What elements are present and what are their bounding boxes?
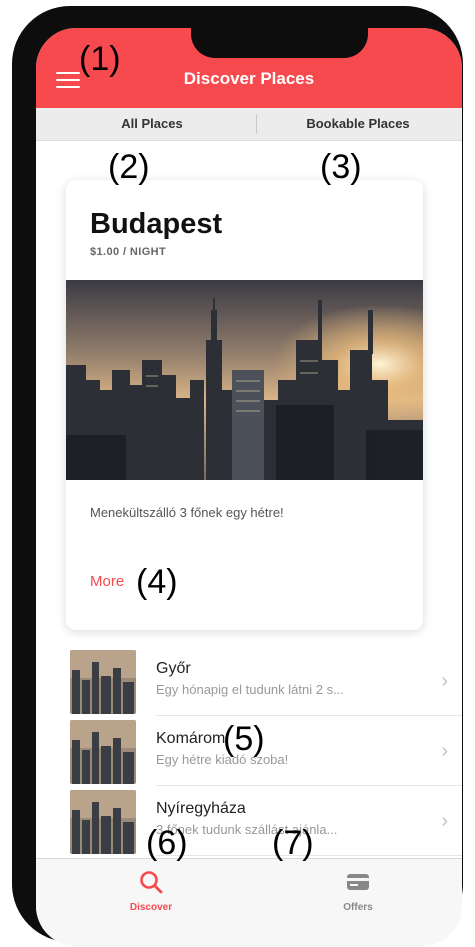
tab-offers[interactable]: Offers — [288, 869, 428, 913]
annotation-label: (2) — [108, 148, 150, 186]
segment-divider — [256, 114, 257, 134]
more-button[interactable]: More — [90, 573, 124, 590]
tab-bar: Discover Offers — [36, 858, 462, 946]
place-thumbnail — [70, 790, 136, 854]
list-item[interactable]: Győr Egy hónapig el tudunk látni 2 s... … — [36, 646, 462, 716]
featured-title: Budapest — [90, 208, 223, 240]
place-thumbnail — [70, 650, 136, 714]
phone-frame: Discover Places All Places Bookable Plac… — [12, 6, 463, 946]
featured-price: $1.00 / NIGHT — [90, 246, 167, 258]
place-title: Komárom — [156, 730, 226, 747]
featured-place-card[interactable]: Budapest $1.00 / NIGHT Menekültszálló 3 … — [66, 180, 423, 630]
featured-description: Menekültszálló 3 főnek egy hétre! — [90, 505, 284, 520]
annotation-label: (7) — [272, 824, 314, 862]
annotation-label: (3) — [320, 148, 362, 186]
tab-label: Discover — [129, 902, 173, 913]
place-thumbnail — [70, 720, 136, 784]
app-screen: Discover Places All Places Bookable Plac… — [36, 28, 462, 946]
list-item[interactable]: Nyíregyháza 3 főnek tudunk szállást aján… — [36, 786, 462, 856]
place-title: Győr — [156, 660, 191, 677]
place-subtitle: Egy hétre kiadó szoba! — [156, 752, 289, 767]
card-icon — [347, 874, 369, 890]
place-subtitle: Egy hónapig el tudunk látni 2 s... — [156, 682, 344, 697]
annotation-label: (4) — [136, 563, 178, 601]
chevron-right-icon: › — [441, 740, 448, 762]
device-notch — [191, 28, 368, 58]
chevron-right-icon: › — [441, 810, 448, 832]
segment-bookable-places[interactable]: Bookable Places — [258, 108, 458, 140]
place-title: Nyíregyháza — [156, 800, 246, 817]
search-icon — [140, 871, 163, 894]
tab-discover[interactable]: Discover — [81, 869, 221, 913]
segment-all-places[interactable]: All Places — [52, 108, 252, 140]
annotation-label: (1) — [79, 40, 121, 78]
tab-label: Offers — [343, 902, 373, 913]
annotation-label: (6) — [146, 824, 188, 862]
city-skyline-image — [66, 280, 423, 480]
chevron-right-icon: › — [441, 670, 448, 692]
annotation-label: (5) — [223, 720, 265, 758]
segment-control: All Places Bookable Places — [36, 108, 462, 141]
